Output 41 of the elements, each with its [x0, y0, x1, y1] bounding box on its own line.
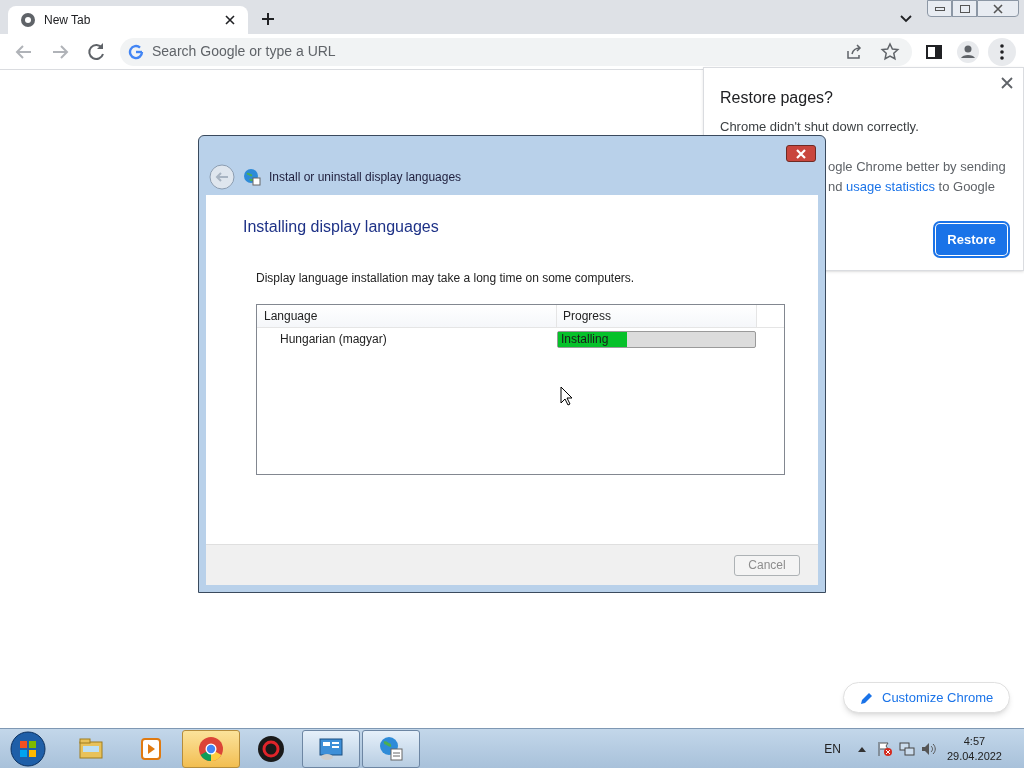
- close-icon: [992, 2, 1004, 15]
- profile-icon[interactable]: [956, 39, 980, 64]
- popup-title: Restore pages?: [720, 88, 833, 108]
- restore-button[interactable]: Restore: [936, 224, 1007, 255]
- chrome-icon: [20, 12, 36, 28]
- close-button[interactable]: [786, 145, 816, 162]
- taskbar-button[interactable]: [302, 729, 360, 768]
- popup-text: nd usage statistics to Google: [828, 178, 995, 196]
- minimize-button[interactable]: [927, 0, 952, 17]
- usage-statistics-link[interactable]: usage statistics: [846, 179, 935, 194]
- google-icon: [128, 43, 144, 60]
- dialog-note: Display language installation may take a long time on some computers.: [256, 270, 636, 287]
- customize-chrome-button[interactable]: Customize Chrome: [843, 682, 1011, 713]
- start-button[interactable]: [8, 728, 48, 768]
- close-button[interactable]: [977, 0, 1019, 17]
- progress-status: Installing: [561, 331, 609, 347]
- globe-icon: [243, 168, 261, 186]
- address-bar[interactable]: Search Google or type a URL: [120, 37, 912, 66]
- close-icon[interactable]: [224, 14, 236, 26]
- menu-icon[interactable]: [988, 37, 1016, 66]
- clock-date[interactable]: 29.04.2022: [946, 748, 1002, 764]
- column-header[interactable]: Progress: [557, 305, 757, 327]
- popup-message: Chrome didn't shut down correctly.: [720, 118, 919, 136]
- language-name: Hungarian (magyar): [279, 331, 388, 348]
- network-icon[interactable]: [898, 740, 915, 757]
- column-header[interactable]: Language: [257, 305, 557, 327]
- language-indicator[interactable]: EN: [824, 739, 841, 758]
- dialog-heading: Installing display languages: [243, 217, 440, 237]
- browser-tab[interactable]: New Tab: [8, 6, 248, 34]
- maximize-button[interactable]: [952, 0, 977, 17]
- cursor-icon: [560, 386, 573, 406]
- pencil-icon: [860, 690, 874, 705]
- flag-icon[interactable]: [876, 740, 893, 757]
- popup-text: ogle Chrome better by sending: [828, 158, 1006, 176]
- close-icon[interactable]: [1001, 77, 1013, 89]
- new-tab-icon[interactable]: [260, 11, 276, 27]
- star-icon[interactable]: [880, 41, 900, 62]
- share-icon[interactable]: [844, 41, 864, 62]
- clock-time[interactable]: 4:57: [963, 733, 986, 749]
- dialog-title: Install or uninstall display languages: [269, 169, 462, 186]
- close-icon: [795, 147, 807, 160]
